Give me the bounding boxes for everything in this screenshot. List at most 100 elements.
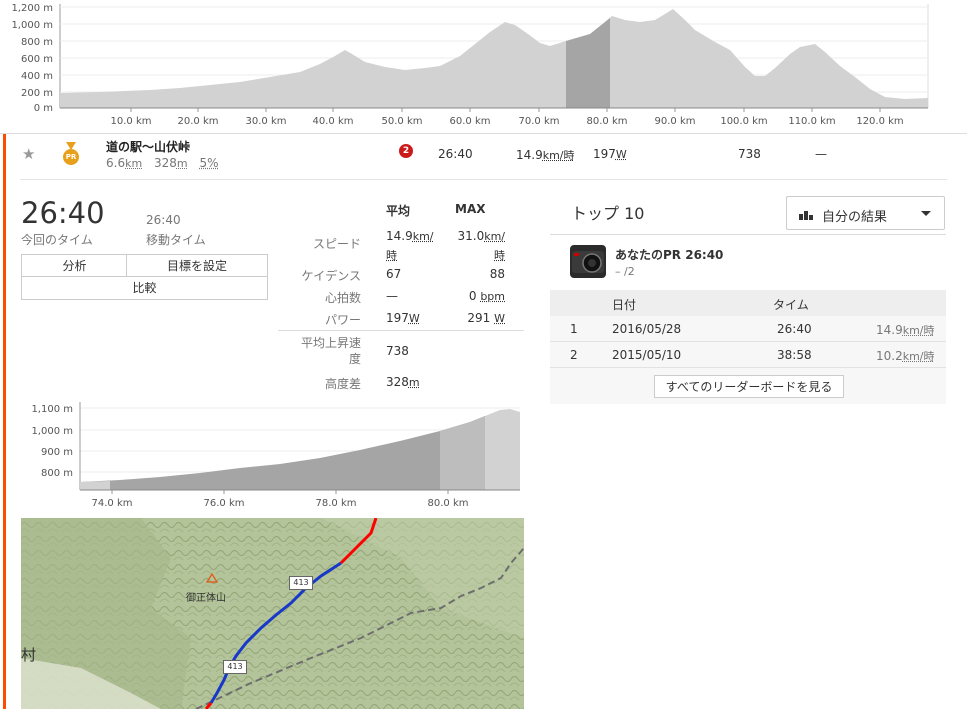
x-tick: 90.0 km bbox=[655, 116, 696, 127]
pr-medal-icon: PR bbox=[62, 142, 80, 166]
star-icon[interactable]: ★ bbox=[22, 145, 35, 163]
x-tick: 70.0 km bbox=[519, 116, 560, 127]
elevation-overview-chart[interactable]: 1,200 m 1,000 m 800 m 600 m 400 m 200 m … bbox=[0, 0, 967, 135]
avatar[interactable] bbox=[570, 245, 606, 278]
y-axis-ticks: 1,200 m 1,000 m 800 m 600 m 400 m 200 m … bbox=[11, 3, 53, 114]
stat-max-speed: 31.0km/時 bbox=[457, 229, 505, 262]
stat-label-speed: スピード bbox=[312, 237, 361, 251]
y-tick: 800 m bbox=[21, 37, 53, 48]
stat-avg-heart-rate: — bbox=[386, 289, 398, 303]
avg-header: 平均 bbox=[386, 204, 411, 218]
pr-medal-label: PR bbox=[65, 153, 77, 161]
x-tick: 78.0 km bbox=[316, 498, 357, 509]
segment-elevation: 328 bbox=[154, 156, 177, 170]
col-date: 日付 bbox=[612, 298, 637, 312]
leaderboard-title: トップ 10 bbox=[571, 204, 645, 223]
row-speed: 10.2km/時 bbox=[876, 349, 935, 363]
row-time: 38:58 bbox=[777, 348, 812, 362]
y-tick: 1,200 m bbox=[11, 3, 53, 14]
view-full-leaderboard-button[interactable]: すべてのリーダーボードを見る bbox=[654, 375, 844, 398]
stat-max-heart-rate: 0 bpm bbox=[468, 289, 505, 303]
y-tick: 0 m bbox=[34, 103, 53, 114]
table-row[interactable]: 1 2016/05/28 26:40 14.9km/時 bbox=[550, 316, 946, 342]
x-tick: 40.0 km bbox=[313, 116, 354, 127]
table-row[interactable]: 2 2015/05/10 38:58 10.2km/時 bbox=[550, 342, 946, 368]
map-terrain bbox=[21, 518, 524, 709]
x-tick: 20.0 km bbox=[178, 116, 219, 127]
x-tick: 50.0 km bbox=[382, 116, 423, 127]
set-goal-button[interactable]: 目標を設定 bbox=[126, 254, 268, 277]
stat-vam: 738 bbox=[386, 344, 409, 358]
segment-time: 26:40 bbox=[438, 147, 473, 161]
moving-time: 26:40 bbox=[146, 213, 181, 227]
x-tick: 76.0 km bbox=[204, 498, 245, 509]
y-tick: 1,100 m bbox=[31, 404, 73, 415]
filter-label: 自分の結果 bbox=[822, 210, 888, 225]
x-tick: 100.0 km bbox=[720, 116, 767, 127]
segment-profile-mid bbox=[440, 416, 485, 490]
segment-profile-area bbox=[80, 416, 485, 490]
rank-badge: 2 bbox=[399, 144, 413, 158]
x-tick: 80.0 km bbox=[587, 116, 628, 127]
stat-max-cadence: 88 bbox=[489, 267, 505, 281]
segment-row[interactable]: ★ PR 道の駅～山伏峠 6.6km 328m 5% 2 26:40 14.9k… bbox=[20, 134, 947, 180]
segment-grade: 5% bbox=[199, 156, 219, 170]
stat-label-heart-rate: 心拍数 bbox=[324, 291, 361, 305]
segment-distance: 6.6 bbox=[106, 156, 126, 170]
segment-details: 6.6km 328m 5% bbox=[106, 156, 219, 170]
elevation-unit: m bbox=[176, 157, 188, 170]
segment-profile-edge-left bbox=[80, 481, 110, 490]
segment-heart-rate: — bbox=[815, 147, 827, 161]
pr-rank: – /2 bbox=[615, 265, 635, 278]
x-axis-ticks bbox=[130, 108, 881, 112]
road-number-badge: 413 bbox=[289, 576, 313, 590]
y-tick: 1,000 m bbox=[31, 426, 73, 437]
stats-divider bbox=[278, 330, 524, 331]
segment-name-link[interactable]: 道の駅～山伏峠 bbox=[106, 138, 190, 155]
distance-unit: km bbox=[125, 157, 143, 170]
stat-avg-power: 197W bbox=[386, 311, 420, 325]
x-tick: 10.0 km bbox=[111, 116, 152, 127]
map-edge-label: 村 bbox=[21, 646, 37, 664]
stat-label-power: パワー bbox=[324, 313, 361, 327]
segment-highlight bbox=[566, 18, 610, 108]
x-tick: 30.0 km bbox=[246, 116, 287, 127]
row-speed: 14.9km/時 bbox=[876, 323, 935, 337]
y-tick: 800 m bbox=[41, 468, 73, 479]
results-filter-dropdown[interactable]: 自分の結果 bbox=[786, 196, 945, 230]
segment-elevation-chart[interactable]: 1,100 m 1,000 m 900 m 800 m 74.0 km 76.0… bbox=[20, 398, 525, 513]
row-date: 2016/05/28 bbox=[612, 322, 682, 336]
stat-avg-cadence: 67 bbox=[386, 267, 402, 281]
col-time: タイム bbox=[773, 298, 809, 312]
moving-time-label: 移動タイム bbox=[146, 233, 206, 247]
effort-time: 26:40 bbox=[21, 196, 105, 230]
chevron-down-icon bbox=[921, 211, 931, 216]
map-peak-label: 御正体山 bbox=[186, 593, 226, 604]
segment-power: 197W bbox=[593, 147, 627, 161]
stat-elevation-diff: 328m bbox=[386, 375, 420, 389]
row-rank: 1 bbox=[570, 322, 578, 336]
stat-label-elevation-diff: 高度差 bbox=[324, 377, 361, 391]
y-tick: 400 m bbox=[21, 71, 53, 82]
road-number-badge: 413 bbox=[223, 660, 247, 674]
row-time: 26:40 bbox=[777, 322, 812, 336]
compare-button[interactable]: 比較 bbox=[21, 276, 268, 300]
x-tick: 60.0 km bbox=[450, 116, 491, 127]
leaderboard-header-row bbox=[550, 290, 946, 316]
x-tick: 120.0 km bbox=[856, 116, 903, 127]
segment-profile-after bbox=[485, 409, 520, 490]
selected-segment-accent-bar bbox=[3, 134, 6, 709]
stat-label-cadence: ケイデンス bbox=[301, 269, 361, 283]
segment-map[interactable]: 御正体山 413 413 村 bbox=[21, 518, 524, 709]
pr-title: あなたのPR 26:40 bbox=[615, 248, 724, 262]
pr-card bbox=[550, 234, 946, 291]
segment-climb-rate: 738 bbox=[738, 147, 761, 161]
analysis-button[interactable]: 分析 bbox=[21, 254, 127, 277]
y-tick: 600 m bbox=[21, 54, 53, 65]
y-tick: 1,000 m bbox=[11, 20, 53, 31]
effort-time-label: 今回のタイム bbox=[21, 233, 93, 247]
y-tick: 900 m bbox=[41, 447, 73, 458]
stat-label-vam: 平均上昇速度 bbox=[300, 336, 361, 366]
y-tick: 200 m bbox=[21, 88, 53, 99]
bar-chart-icon bbox=[799, 211, 813, 220]
